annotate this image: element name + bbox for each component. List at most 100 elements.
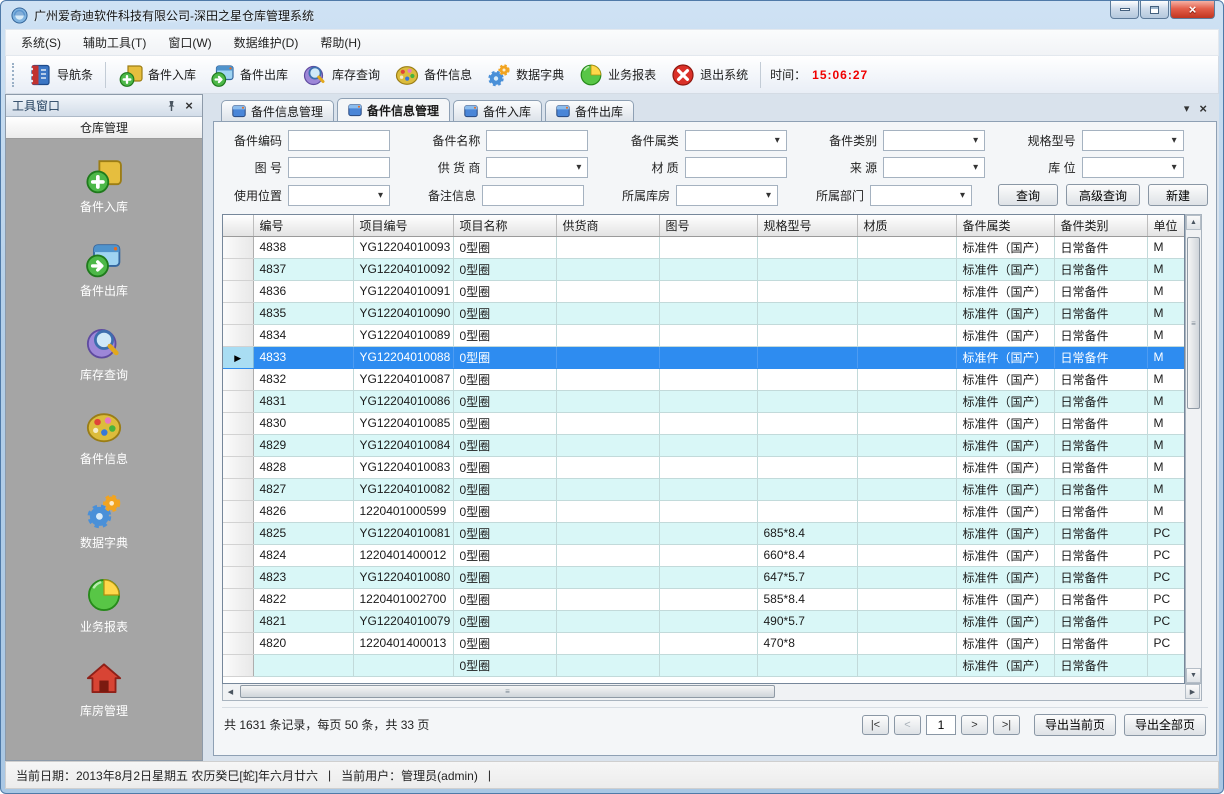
table-cell[interactable]: 0型圈 — [453, 258, 556, 280]
table-cell[interactable]: 日常备件 — [1054, 434, 1147, 456]
table-cell[interactable] — [659, 302, 757, 324]
table-cell[interactable]: YG12204010093 — [353, 236, 453, 258]
table-cell[interactable] — [857, 324, 956, 346]
table-cell[interactable]: 4830 — [253, 412, 353, 434]
table-cell[interactable]: M — [1147, 434, 1185, 456]
table-cell[interactable] — [556, 654, 659, 676]
table-cell[interactable]: M — [1147, 302, 1185, 324]
table-cell[interactable]: 0型圈 — [453, 478, 556, 500]
table-row[interactable]: 4838YG122040100930型圈标准件（国产）日常备件M — [223, 236, 1185, 258]
table-cell[interactable]: 4833 — [253, 346, 353, 368]
table-cell[interactable]: 日常备件 — [1054, 302, 1147, 324]
table-cell[interactable]: 490*5.7 — [757, 610, 857, 632]
tab-parts-in[interactable]: 备件入库 — [453, 100, 542, 121]
table-cell[interactable] — [353, 654, 453, 676]
table-cell[interactable]: 标准件（国产） — [956, 236, 1054, 258]
row-selector-cell[interactable] — [223, 566, 253, 588]
table-cell[interactable] — [857, 500, 956, 522]
sidebar-item-data-dict[interactable]: 数据字典 — [6, 491, 202, 551]
exit-button[interactable]: 退出系统 — [663, 59, 755, 91]
row-selector-cell[interactable]: ▶ — [223, 346, 253, 368]
table-cell[interactable]: 日常备件 — [1054, 280, 1147, 302]
table-cell[interactable] — [556, 346, 659, 368]
table-cell[interactable]: 标准件（国产） — [956, 302, 1054, 324]
table-cell[interactable]: 日常备件 — [1054, 324, 1147, 346]
tab-parts-info-mgmt-2[interactable]: 备件信息管理 — [337, 98, 450, 121]
row-selector-cell[interactable] — [223, 456, 253, 478]
table-cell[interactable] — [556, 236, 659, 258]
table-row[interactable]: 482212204010027000型圈585*8.4标准件（国产）日常备件PC — [223, 588, 1185, 610]
column-header[interactable]: 图号 — [659, 215, 757, 236]
table-cell[interactable] — [757, 390, 857, 412]
table-cell[interactable]: 1220401002700 — [353, 588, 453, 610]
table-cell[interactable]: 标准件（国产） — [956, 566, 1054, 588]
horizontal-scrollbar[interactable] — [222, 684, 1202, 701]
table-cell[interactable]: 4832 — [253, 368, 353, 390]
table-cell[interactable]: PC — [1147, 632, 1185, 654]
table-cell[interactable]: 标准件（国产） — [956, 478, 1054, 500]
toolbar-grip[interactable] — [12, 63, 16, 87]
page-number-input[interactable] — [926, 715, 956, 735]
table-row[interactable]: 4837YG122040100920型圈标准件（国产）日常备件M — [223, 258, 1185, 280]
scroll-down-icon[interactable] — [1186, 668, 1201, 683]
source-select[interactable] — [883, 157, 985, 178]
table-cell[interactable] — [659, 390, 757, 412]
table-cell[interactable] — [757, 500, 857, 522]
table-cell[interactable] — [659, 324, 757, 346]
table-cell[interactable]: 685*8.4 — [757, 522, 857, 544]
table-cell[interactable] — [857, 478, 956, 500]
row-selector-cell[interactable] — [223, 654, 253, 676]
table-row[interactable]: 4823YG122040100800型圈647*5.7标准件（国产）日常备件PC — [223, 566, 1185, 588]
table-row[interactable]: 4836YG122040100910型圈标准件（国产）日常备件M — [223, 280, 1185, 302]
tab-close-icon[interactable] — [1199, 101, 1207, 116]
table-cell[interactable]: M — [1147, 280, 1185, 302]
table-cell[interactable]: 日常备件 — [1054, 412, 1147, 434]
table-row[interactable]: 4821YG122040100790型圈490*5.7标准件（国产）日常备件PC — [223, 610, 1185, 632]
table-cell[interactable]: 0型圈 — [453, 236, 556, 258]
table-cell[interactable] — [857, 280, 956, 302]
table-cell[interactable]: 0型圈 — [453, 280, 556, 302]
table-cell[interactable] — [556, 478, 659, 500]
table-cell[interactable]: 0型圈 — [453, 588, 556, 610]
table-cell[interactable]: 585*8.4 — [757, 588, 857, 610]
table-cell[interactable]: 4835 — [253, 302, 353, 324]
table-cell[interactable]: M — [1147, 456, 1185, 478]
table-cell[interactable] — [659, 368, 757, 390]
table-cell[interactable] — [659, 456, 757, 478]
table-cell[interactable]: YG12204010081 — [353, 522, 453, 544]
sidebar-item-stock-query[interactable]: 库存查询 — [6, 323, 202, 383]
nav-bar-button[interactable]: 导航条 — [20, 59, 100, 91]
scroll-left-icon[interactable] — [223, 684, 238, 699]
table-cell[interactable]: 日常备件 — [1054, 236, 1147, 258]
table-cell[interactable] — [659, 236, 757, 258]
table-cell[interactable] — [757, 302, 857, 324]
table-cell[interactable]: 0型圈 — [453, 654, 556, 676]
table-cell[interactable]: 1220401400013 — [353, 632, 453, 654]
table-cell[interactable]: 标准件（国产） — [956, 500, 1054, 522]
table-cell[interactable]: 4822 — [253, 588, 353, 610]
table-cell[interactable] — [659, 478, 757, 500]
remark-input[interactable] — [482, 185, 584, 206]
table-cell[interactable]: 4834 — [253, 324, 353, 346]
table-cell[interactable]: YG12204010083 — [353, 456, 453, 478]
table-cell[interactable]: 0型圈 — [453, 434, 556, 456]
table-cell[interactable] — [857, 346, 956, 368]
table-cell[interactable]: 660*8.4 — [757, 544, 857, 566]
table-cell[interactable] — [556, 368, 659, 390]
row-selector-cell[interactable] — [223, 632, 253, 654]
table-cell[interactable]: M — [1147, 390, 1185, 412]
table-cell[interactable]: 0型圈 — [453, 610, 556, 632]
table-cell[interactable]: 0型圈 — [453, 368, 556, 390]
sidebar-item-parts-info[interactable]: 备件信息 — [6, 407, 202, 467]
row-selector-cell[interactable] — [223, 236, 253, 258]
restore-button[interactable] — [1140, 1, 1169, 19]
table-cell[interactable]: M — [1147, 258, 1185, 280]
table-row[interactable]: 4825YG122040100810型圈685*8.4标准件（国产）日常备件PC — [223, 522, 1185, 544]
part-type-select[interactable] — [883, 130, 985, 151]
table-cell[interactable] — [857, 236, 956, 258]
table-cell[interactable] — [857, 434, 956, 456]
table-cell[interactable] — [1147, 654, 1185, 676]
table-cell[interactable]: 标准件（国产） — [956, 324, 1054, 346]
table-cell[interactable] — [659, 258, 757, 280]
row-selector-cell[interactable] — [223, 412, 253, 434]
